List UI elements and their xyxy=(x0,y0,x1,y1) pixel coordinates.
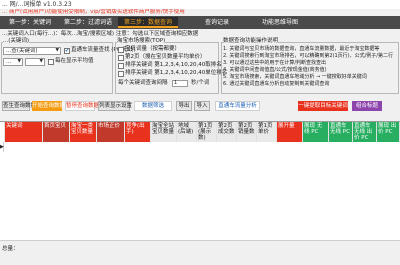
market-item-2-label: 第2页（搜在宝贝数量平均单价） xyxy=(125,54,206,60)
import-button[interactable]: 导入 xyxy=(194,101,210,111)
range-select[interactable]: ... ▼ xyxy=(3,58,23,66)
extract-keywords-button[interactable]: 一键提取目标关键词 xyxy=(298,101,348,111)
keyword-options-title: ...(关键词) xyxy=(3,38,30,45)
column-header-category-count[interactable]: 淘宝一类宝贝数量 xyxy=(70,122,97,142)
tab-history[interactable]: 查询记录 xyxy=(192,17,242,28)
merge-title-button[interactable]: 组合标题 xyxy=(352,101,382,111)
column-header-keyword[interactable]: 关键词 xyxy=(5,122,43,142)
interval-input[interactable]: 1 xyxy=(172,80,188,87)
instruction-line-1: 1. 关键词与宝贝市场的数据查询，直通车流量数据，最近于淘宝数据等 xyxy=(223,46,380,52)
stop-query-button[interactable]: 暂停查询数据 xyxy=(65,101,99,111)
column-header-site-count[interactable]: 淘宝全站 宝贝数量 xyxy=(151,122,177,142)
column-header-region[interactable]: 地域(后端) xyxy=(177,122,197,142)
column-header-expand[interactable]: 展开量 xyxy=(277,122,303,142)
column-header-impressions[interactable]: 展现 无线 PC xyxy=(303,122,329,142)
list-settings-button[interactable]: 列表显示设置 xyxy=(98,101,132,111)
instruction-line-6: 6. 通过关键词直通车分析自动复制到关键词查询 xyxy=(223,81,330,87)
start-query-button[interactable]: 开始查询数据 xyxy=(32,101,65,111)
market-item-4-checkbox[interactable] xyxy=(118,71,124,77)
footer-total-label: 总量： xyxy=(2,246,19,252)
direct-flow-analysis-button[interactable]: 直通车流量分析 xyxy=(215,101,260,111)
instruction-line-2: 2. 关键词搜索行到淘宝市场排名，可以精确到第2(1页行)、公式/例子/第二行 xyxy=(223,53,393,59)
column-header-direct-mobile[interactable]: 直通车 无线 PC xyxy=(329,122,353,142)
column-header-page2-sales[interactable]: 第2页 销量数 xyxy=(237,122,257,142)
window-title: ... 网/...词报单 v1.0.3.23 xyxy=(0,0,400,9)
market-item-1-label: 宝贝词量（按需都要） xyxy=(125,46,181,52)
chevron-down-icon: ▼ xyxy=(17,59,21,64)
notice-banner: ... 商户(试用用户)功能使用受限制，vip/营销版买送软件商户服务/快手使用 xyxy=(0,9,400,16)
direct-flow-checkbox[interactable]: ✔ xyxy=(64,48,70,54)
market-item-2-checkbox[interactable] xyxy=(118,55,124,61)
results-grid[interactable]: 关键词 首页宝贝 淘宝一类宝贝数量 市场正价 竞争(出手) 淘宝全站 宝贝数量 … xyxy=(0,121,400,240)
data-filter-button[interactable]: 数据筛选 xyxy=(134,101,172,111)
column-header-page2-deal[interactable]: 第2页 成交数 xyxy=(217,122,237,142)
column-header-market-price[interactable]: 市场正价 xyxy=(97,122,125,142)
column-header-top-item[interactable]: 首页宝贝 xyxy=(43,122,70,142)
market-search-title: 淘宝市场搜索(TOP) xyxy=(117,38,166,45)
column-header-page1-show[interactable]: 第1页(展示数) xyxy=(197,122,217,142)
column-header-direct-bid[interactable]: 直通车 无线 出价 PC xyxy=(353,122,377,142)
chevron-down-icon: ▼ xyxy=(39,59,43,64)
tab-keywords[interactable]: 第一步：关键词 xyxy=(2,17,58,28)
instructions-hint: ...关键词入口(每行...)：每次...淘宝/搜索区域) 注意：勾选以下区域查… xyxy=(2,31,199,37)
column-header-impression-bid[interactable]: 展现 出价 PC xyxy=(377,122,400,142)
market-item-1-checkbox[interactable] xyxy=(118,47,124,53)
instructions-title: 数据查询功能操作说明 xyxy=(223,38,279,45)
column-header-competition[interactable]: 竞争(出手) xyxy=(125,122,151,142)
tab-query[interactable]: 第三步：数据查询 xyxy=(118,17,178,28)
market-item-3-label: 排序关键词 第1,2,3,4,10,20,40取排名 xyxy=(125,62,222,68)
status-footer: 总量： xyxy=(0,240,400,265)
instruction-line-3: 3. 可以通过这些中的用于在计算/判断查找查出 xyxy=(223,60,327,66)
interval-unit: 秒/个词 xyxy=(191,80,210,86)
range-select-value: ... xyxy=(6,59,12,65)
tab-mindmap[interactable]: 功能思维导图 xyxy=(250,17,310,28)
chevron-down-icon: ▼ xyxy=(55,48,59,53)
export-button[interactable]: 导出 xyxy=(176,101,192,111)
average-label: 每在显示平均值 xyxy=(55,58,94,64)
tab-filter[interactable]: 第二步：过滤词语 xyxy=(60,17,116,28)
keyword-type-select[interactable]: ...查(关键词) ▼ xyxy=(3,47,61,55)
instruction-line-5: 5. 淘宝市场搜索，关键词直通车地域分析 → 一键搜取好单关键词 xyxy=(223,74,367,80)
market-item-3-checkbox[interactable] xyxy=(118,63,124,69)
interval-label: 每个关键词查询间隔 xyxy=(118,80,168,86)
clear-data-button[interactable]: 查生查询数据 xyxy=(2,101,36,111)
tab-bar: 第一步：关键词 第二步：过滤词语 第三步：数据查询 查询记录 功能思维导图 xyxy=(0,16,400,29)
market-item-4-label: 排序关键词 第1,2,3,4,10,20,40单位排名 xyxy=(125,70,228,76)
row-selector-icon[interactable]: ▶ xyxy=(0,142,4,152)
instruction-line-4: 4. 关键词中间查询值直/公式/按现金值(商务值) xyxy=(223,67,327,73)
average-radio[interactable] xyxy=(48,59,54,65)
column-header-page1-price[interactable]: 第1页 单价 xyxy=(257,122,277,142)
range-select-2[interactable]: ▼ xyxy=(25,58,45,66)
keyword-type-value: ...查(关键词) xyxy=(6,48,38,54)
